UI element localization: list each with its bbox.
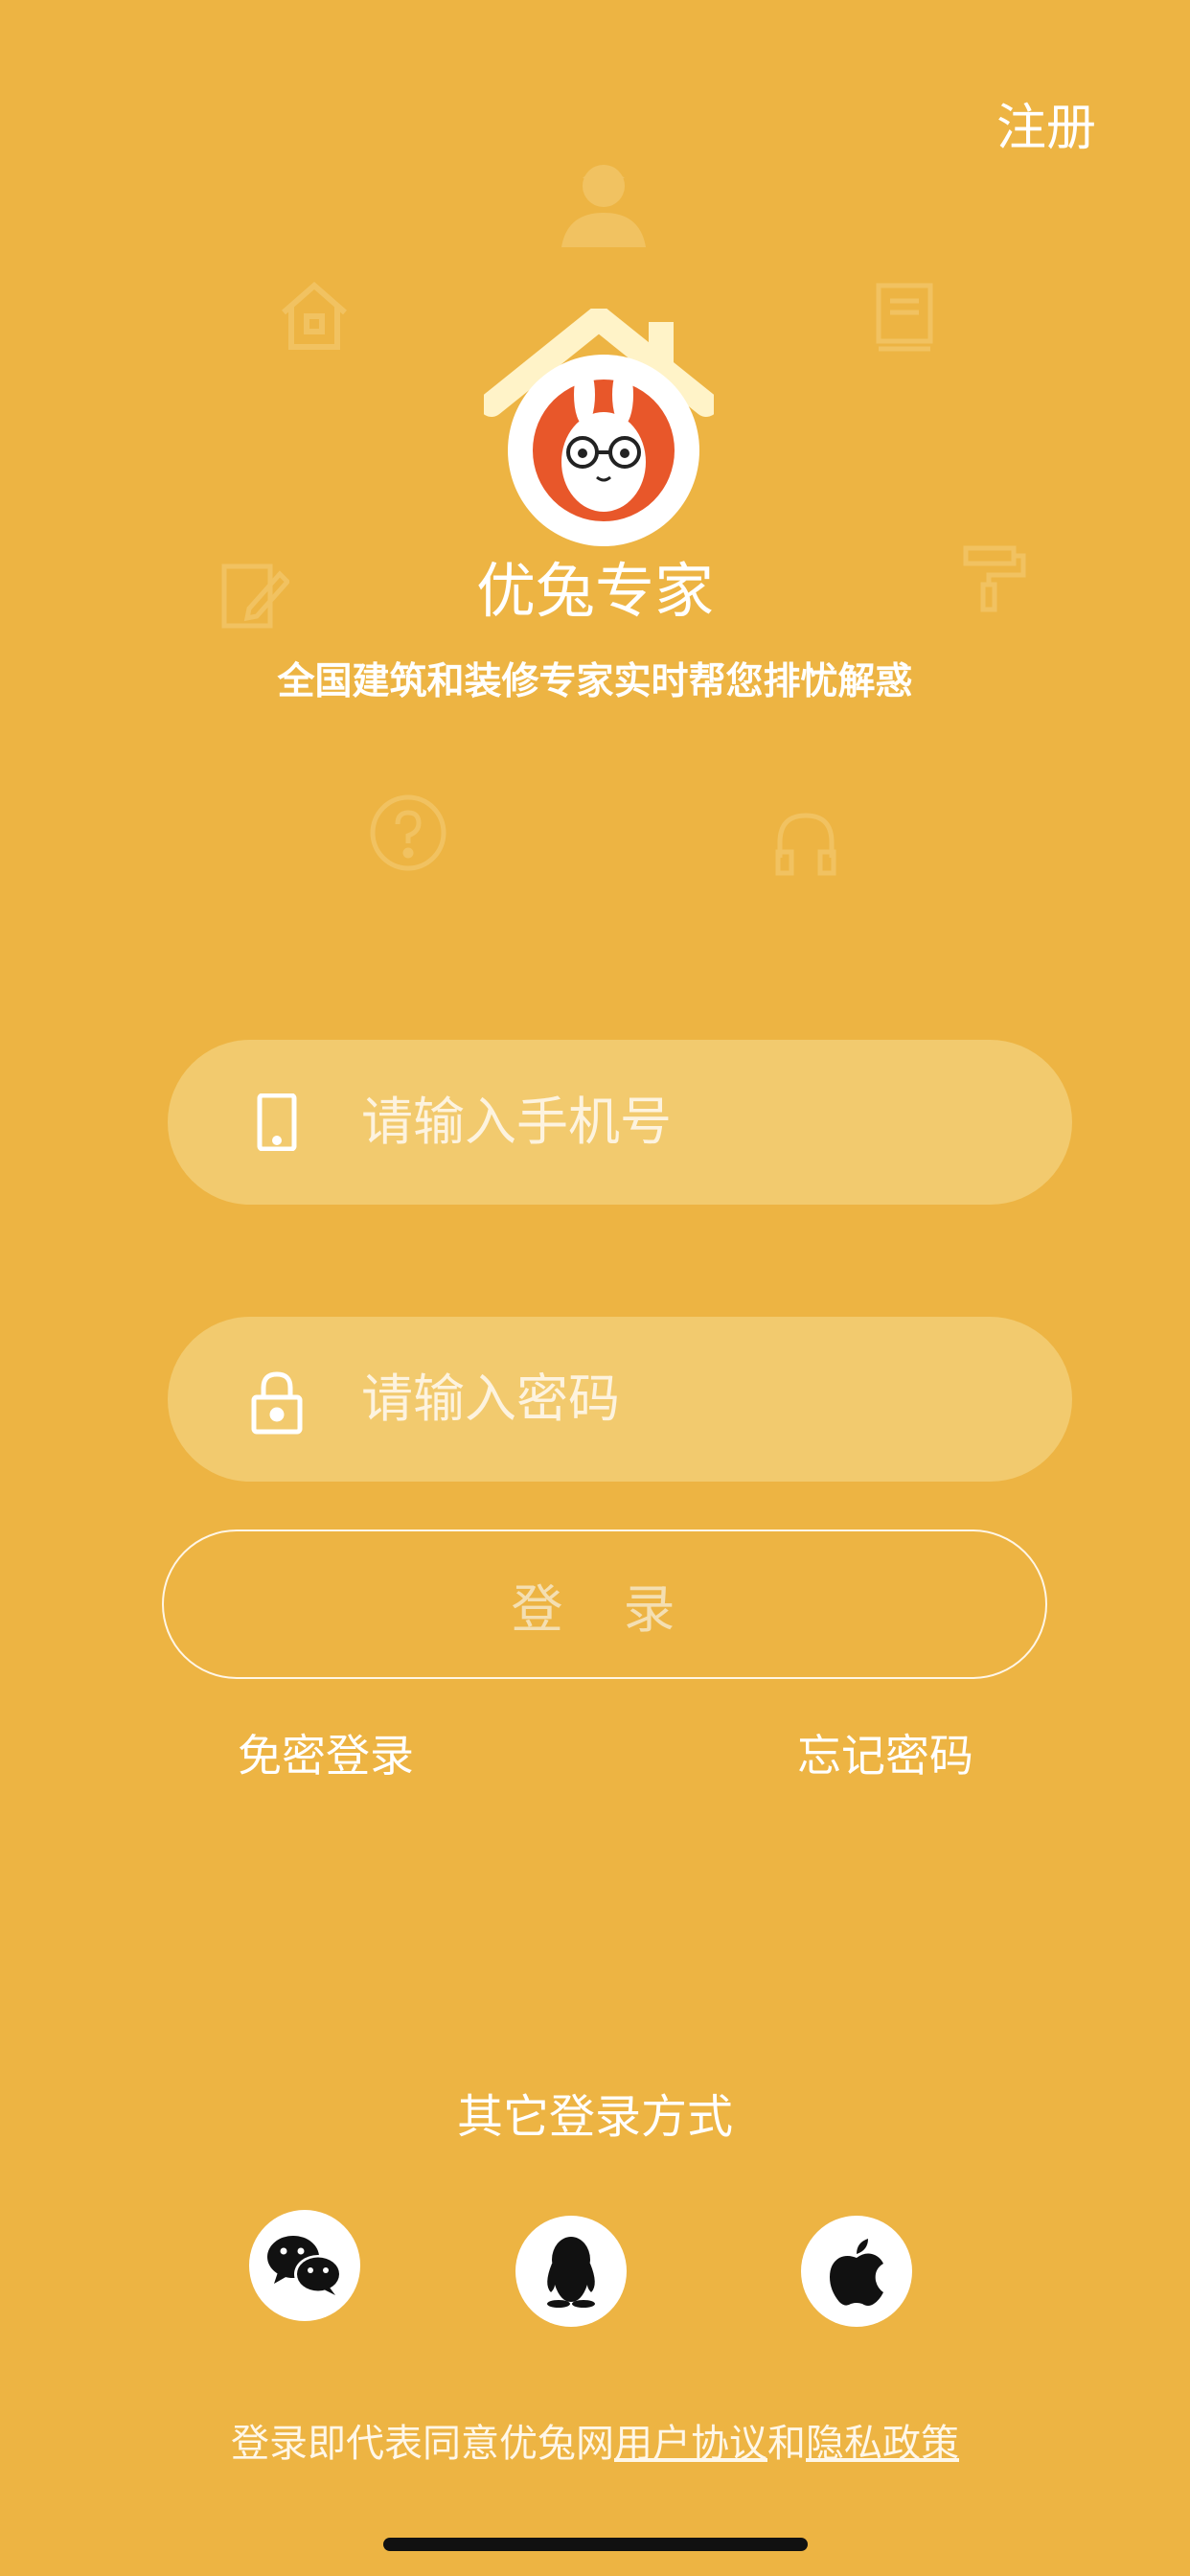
app-name: 优兔专家 <box>475 559 714 625</box>
house-icon <box>276 278 353 355</box>
phone-icon <box>248 1092 306 1152</box>
login-button[interactable]: 登 录 <box>162 1530 1047 1679</box>
apple-icon <box>830 2239 883 2306</box>
phone-input[interactable]: 请输入手机号 <box>168 1040 1072 1205</box>
wechat-login-button[interactable] <box>249 2210 360 2321</box>
user-agreement-link[interactable]: 用户协议 <box>614 2423 767 2465</box>
qq-icon <box>547 2237 595 2308</box>
agreement-text: 登录即代表同意优兔网用户协议和隐私政策 <box>0 2417 1190 2471</box>
app-tagline: 全国建筑和装修专家实时帮您排忧解惑 <box>277 661 913 702</box>
forgot-password-link[interactable]: 忘记密码 <box>797 1727 973 1784</box>
register-link[interactable]: 注册 <box>996 98 1096 159</box>
other-login-title: 其它登录方式 <box>456 2092 733 2143</box>
password-placeholder: 请输入密码 <box>361 1370 620 1428</box>
password-input[interactable]: 请输入密码 <box>168 1317 1072 1482</box>
app-logo <box>479 306 719 558</box>
phone-placeholder: 请输入手机号 <box>361 1093 672 1151</box>
privacy-policy-link[interactable]: 隐私政策 <box>806 2423 959 2465</box>
agreement-and: 和 <box>767 2423 806 2465</box>
question-icon <box>369 794 447 872</box>
lock-icon <box>248 1370 306 1435</box>
headset-icon <box>774 810 837 877</box>
home-indicator[interactable] <box>383 2538 808 2551</box>
book-icon <box>875 282 934 355</box>
apple-login-button[interactable] <box>801 2216 912 2327</box>
wechat-icon <box>267 2236 342 2295</box>
agreement-prefix: 登录即代表同意优兔网 <box>231 2423 614 2465</box>
qq-login-button[interactable] <box>515 2216 627 2327</box>
passwordless-login-link[interactable]: 免密登录 <box>238 1727 414 1784</box>
login-screen: 注册 优兔专家 全国建筑和装修专家实时帮您排忧解惑 请输入手机号 请输入密码 登… <box>0 0 1190 2576</box>
worker-icon <box>556 153 652 249</box>
